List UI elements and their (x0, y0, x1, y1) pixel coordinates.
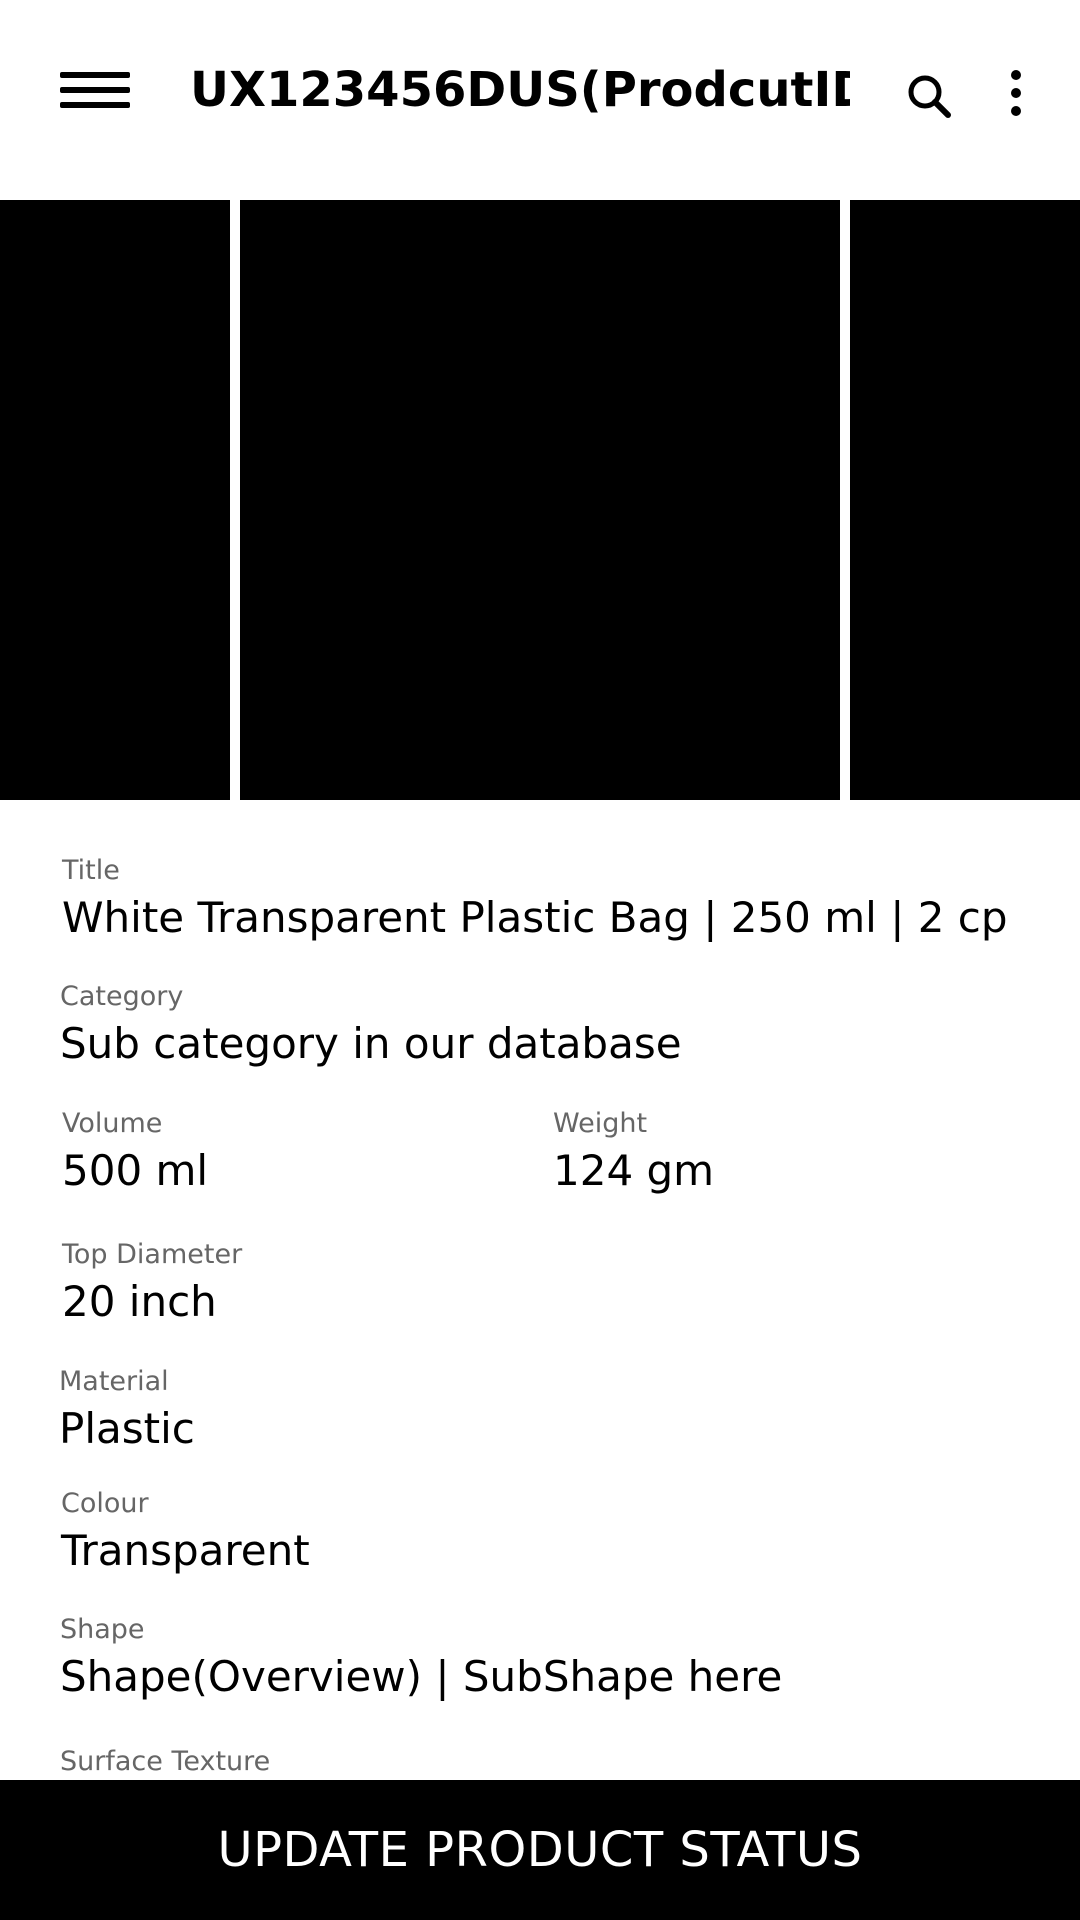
field-value: 20 inch (62, 1277, 217, 1326)
image-carousel[interactable] (0, 200, 1080, 800)
field-label: Top Diameter (62, 1239, 243, 1270)
page-title: UX123456DUS(ProdcutID) (190, 62, 850, 118)
menu-line (60, 102, 130, 108)
field-label: Colour (61, 1488, 149, 1519)
field-label: Weight (553, 1108, 648, 1139)
search-icon[interactable] (898, 65, 962, 129)
field-value: 500 ml (62, 1146, 209, 1195)
field-material: Material Plastic (59, 1363, 195, 1457)
field-value: Transparent (61, 1526, 310, 1575)
field-label: Material (59, 1366, 169, 1397)
field-value: Shape(Overview) | SubShape here (60, 1652, 783, 1701)
field-value: Plastic (59, 1404, 195, 1453)
field-volume: Volume 500 ml (62, 1105, 208, 1199)
menu-line (60, 87, 130, 93)
field-label: Volume (62, 1108, 163, 1139)
field-label: Category (60, 981, 184, 1012)
field-weight: Weight 124 gm (553, 1105, 714, 1199)
field-surface-texture: Surface Texture (60, 1743, 270, 1781)
field-value: White Transparent Plastic Bag | 250 ml |… (62, 893, 1008, 942)
menu-line (60, 72, 130, 78)
hamburger-menu-icon[interactable] (50, 60, 140, 120)
field-title: Title White Transparent Plastic Bag | 25… (62, 852, 1008, 946)
field-value: 124 gm (553, 1146, 715, 1195)
carousel-image-previous[interactable] (0, 200, 230, 800)
app-bar: UX123456DUS(ProdcutID) (0, 0, 1080, 180)
more-vert-icon[interactable] (990, 63, 1042, 127)
carousel-image-current[interactable] (240, 200, 840, 800)
field-category: Category Sub category in our database (60, 978, 682, 1072)
field-value: Sub category in our database (60, 1019, 682, 1068)
field-shape: Shape Shape(Overview) | SubShape here (60, 1611, 782, 1705)
field-label: Shape (60, 1614, 145, 1645)
field-colour: Colour Transparent (61, 1485, 310, 1579)
carousel-image-next[interactable] (850, 200, 1080, 800)
update-product-status-button[interactable]: UPDATE PRODUCT STATUS (0, 1780, 1080, 1920)
field-label: Title (62, 855, 120, 886)
field-label: Surface Texture (60, 1746, 271, 1777)
field-top-diameter: Top Diameter 20 inch (62, 1236, 242, 1330)
product-detail-screen: UX123456DUS(ProdcutID) Title White Trans… (0, 0, 1080, 1920)
